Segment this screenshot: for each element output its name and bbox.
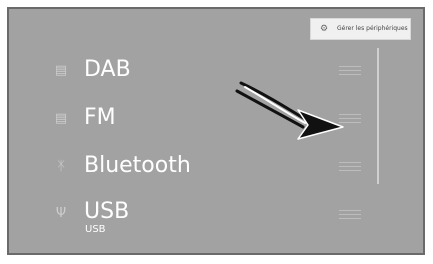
source-list-screen: ▤ DAB ▤ FM ᛡ Bluetooth Ψ USB USB ⚙ Gérer… bbox=[7, 7, 425, 255]
instruction-arrow bbox=[235, 81, 344, 140]
